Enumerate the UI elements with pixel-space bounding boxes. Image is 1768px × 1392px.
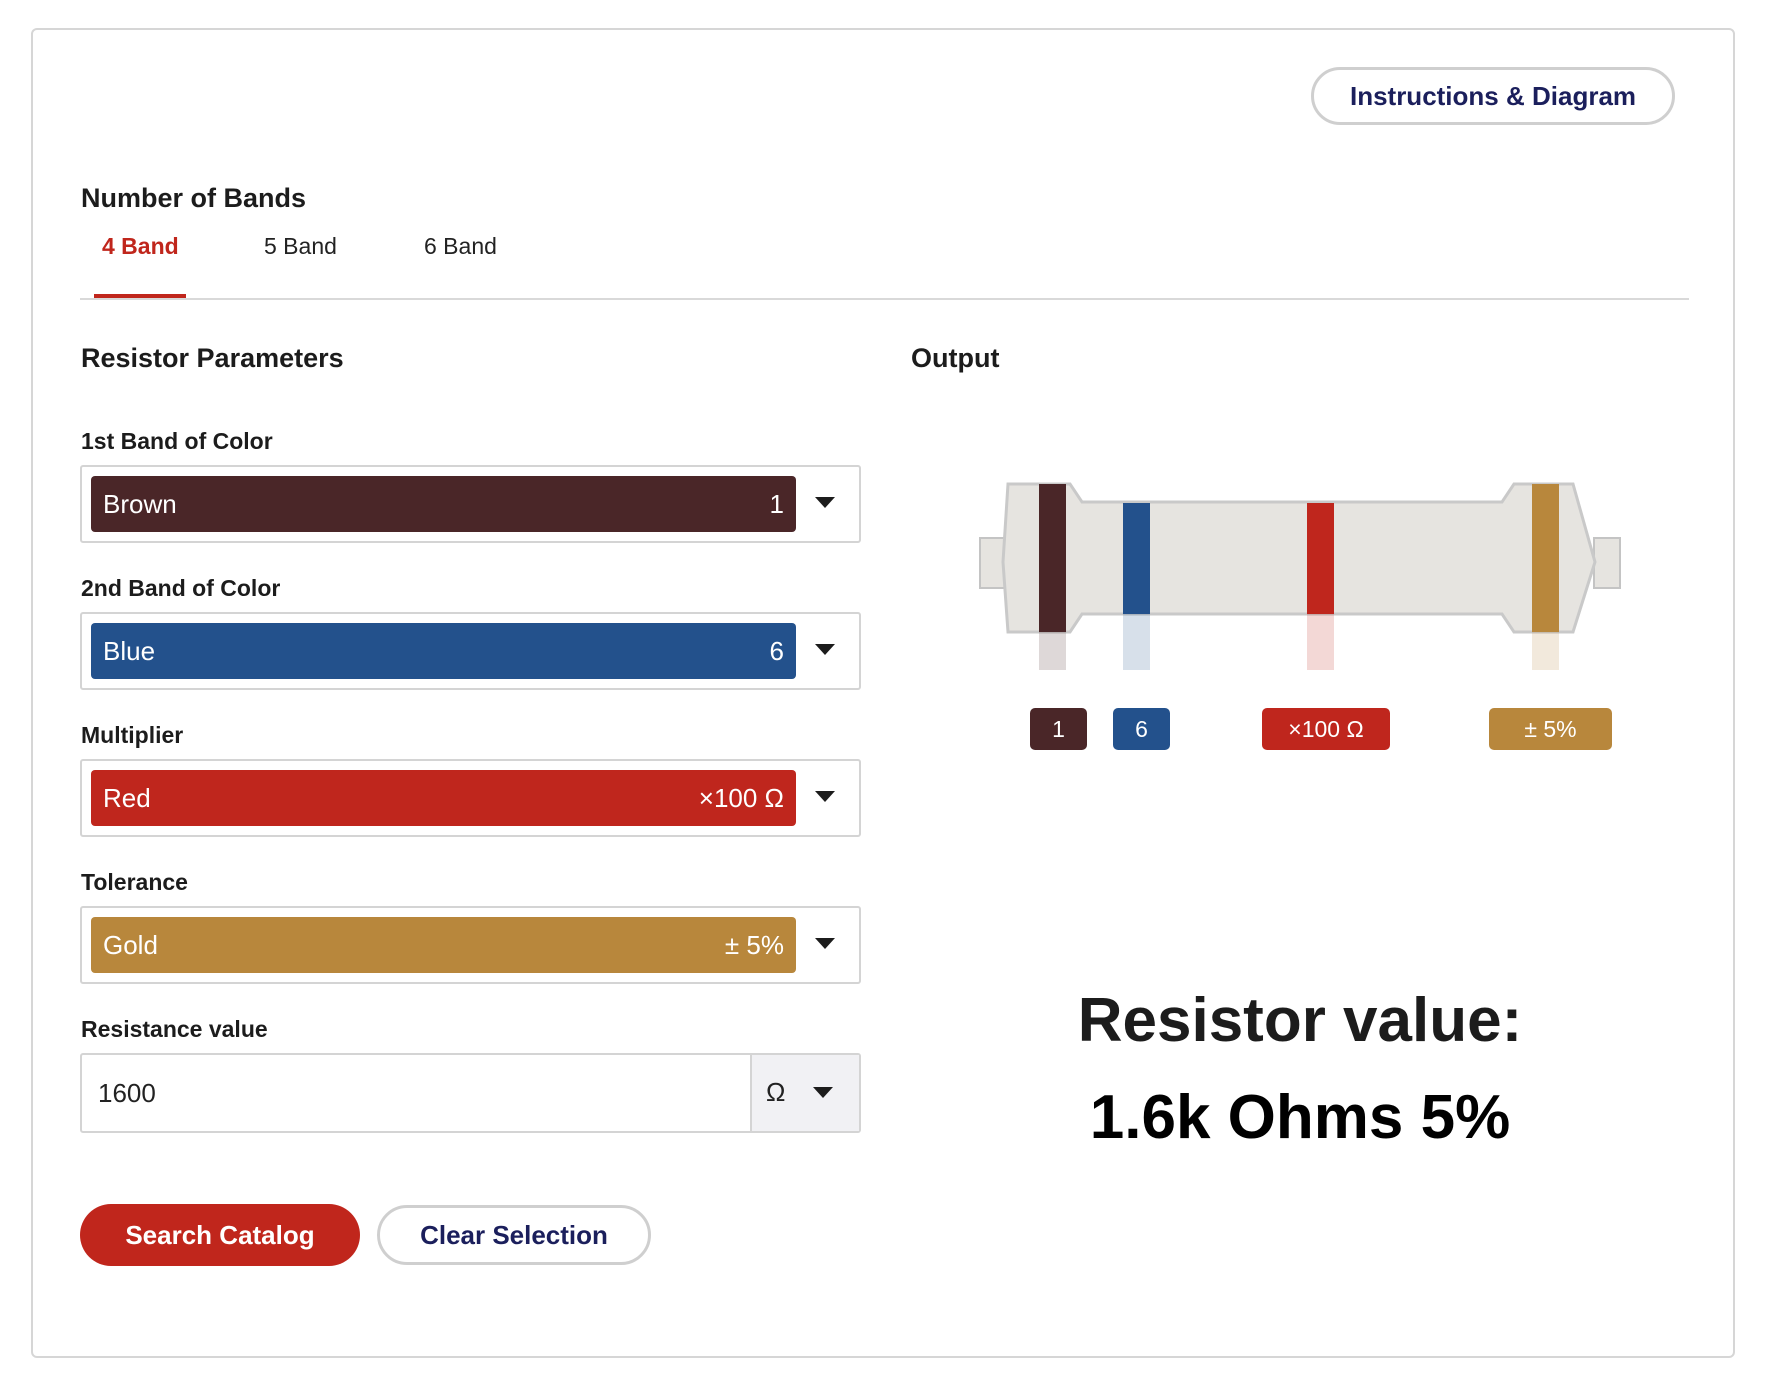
band-3-tag: ×100 Ω	[1262, 708, 1390, 750]
chevron-down-icon	[813, 1087, 833, 1098]
tabs-divider	[80, 298, 1689, 300]
band-4-connector	[1532, 632, 1559, 670]
band-1-connector	[1039, 632, 1066, 670]
band1-label: 1st Band of Color	[81, 428, 273, 454]
search-catalog-button[interactable]: Search Catalog	[80, 1204, 360, 1266]
multiplier-value: ×100 Ω	[698, 782, 784, 813]
multiplier-color-name: Red	[103, 782, 151, 813]
tolerance-label: Tolerance	[81, 869, 188, 895]
multiplier-swatch: Red ×100 Ω	[91, 770, 796, 826]
band1-swatch: Brown 1	[91, 476, 796, 532]
band-3-red	[1307, 503, 1334, 614]
tolerance-select[interactable]: Gold ± 5%	[80, 906, 861, 984]
number-of-bands-heading: Number of Bands	[81, 183, 307, 213]
tolerance-color-name: Gold	[103, 929, 158, 960]
band-4-gold	[1532, 484, 1559, 632]
band-2-connector	[1123, 614, 1150, 670]
band2-swatch: Blue 6	[91, 623, 796, 679]
clear-selection-button[interactable]: Clear Selection	[377, 1205, 651, 1265]
resistor-value-title: Resistor value:	[1077, 986, 1523, 1055]
multiplier-label: Multiplier	[81, 722, 184, 748]
tab-4-band[interactable]: 4 Band	[102, 233, 179, 260]
band-4-tag: ± 5%	[1489, 708, 1612, 750]
output-heading: Output	[911, 343, 1000, 373]
chevron-down-icon	[815, 644, 835, 655]
band2-color-name: Blue	[103, 635, 156, 666]
resistance-input[interactable]: 1600	[98, 1055, 748, 1131]
band-3-connector	[1307, 614, 1334, 670]
band2-label: 2nd Band of Color	[81, 575, 281, 601]
band1-value: 1	[769, 488, 784, 519]
chevron-down-icon	[815, 791, 835, 802]
unit-label: Ω	[766, 1077, 786, 1107]
band-1-tag: 1	[1030, 708, 1087, 750]
unit-select[interactable]: Ω	[750, 1055, 859, 1131]
multiplier-select[interactable]: Red ×100 Ω	[80, 759, 861, 837]
resistor-parameters-heading: Resistor Parameters	[81, 343, 344, 373]
tab-5-band[interactable]: 5 Band	[264, 233, 337, 260]
chevron-down-icon	[815, 938, 835, 949]
band2-select[interactable]: Blue 6	[80, 612, 861, 690]
band-2-tag: 6	[1113, 708, 1170, 750]
instructions-diagram-button[interactable]: Instructions & Diagram	[1311, 67, 1675, 125]
band1-select[interactable]: Brown 1	[80, 465, 861, 543]
tolerance-value: ± 5%	[724, 929, 784, 960]
band-2-blue	[1123, 503, 1150, 614]
resistor-diagram	[979, 482, 1621, 670]
tab-6-band[interactable]: 6 Band	[424, 233, 497, 260]
resistance-value-label: Resistance value	[81, 1016, 268, 1042]
right-lead	[1593, 537, 1621, 589]
tolerance-swatch: Gold ± 5%	[91, 917, 796, 973]
chevron-down-icon	[815, 497, 835, 508]
calculator-card	[31, 28, 1735, 1358]
band-1-brown	[1039, 484, 1066, 632]
band2-value: 6	[769, 635, 784, 666]
resistor-value-result: 1.6k Ohms 5%	[1089, 1083, 1511, 1152]
resistance-input-group: 1600 Ω	[80, 1053, 861, 1133]
resistor-body	[1001, 482, 1597, 634]
band1-color-name: Brown	[103, 488, 177, 519]
